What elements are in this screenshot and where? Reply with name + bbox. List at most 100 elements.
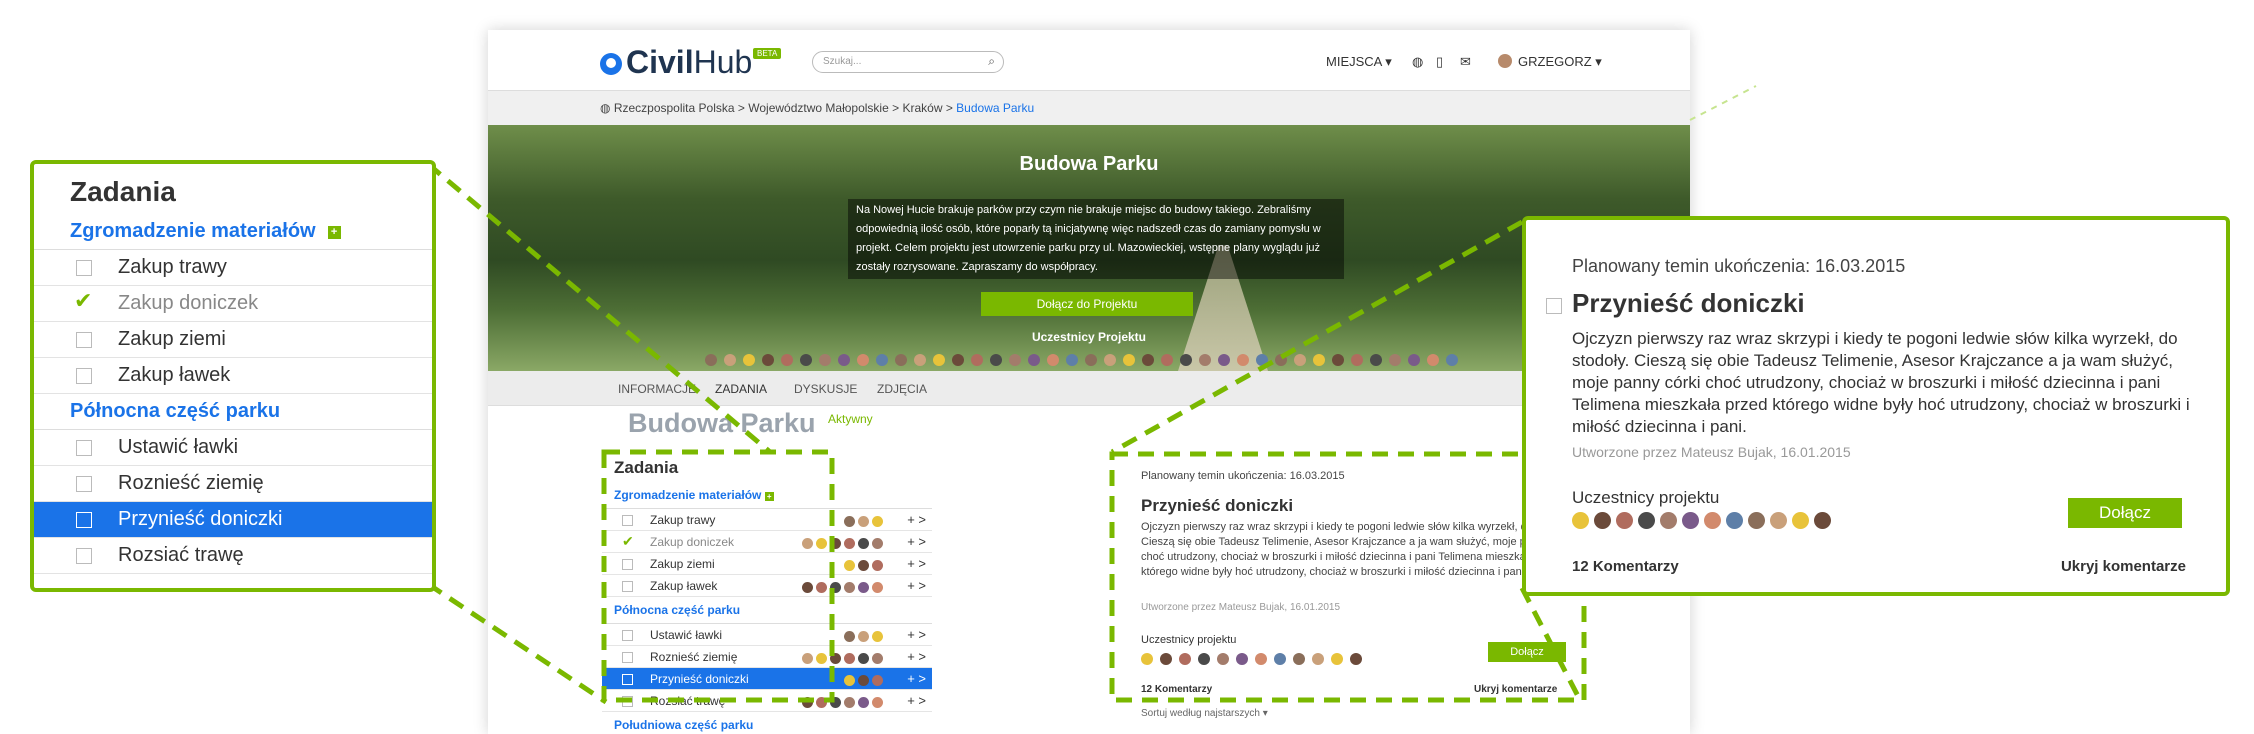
participant-avatar[interactable] [914, 353, 926, 366]
task-checkbox[interactable] [76, 476, 92, 492]
crumb-country[interactable]: Rzeczpospolita Polska [614, 101, 735, 115]
participant-avatar[interactable] [858, 582, 869, 594]
zoom-task-row[interactable]: Zakup ziemi [34, 322, 432, 358]
crumb-city[interactable]: Kraków > [902, 101, 952, 115]
participant-avatar[interactable] [844, 538, 855, 550]
participant-avatar[interactable] [838, 353, 850, 366]
participant-avatar[interactable] [1218, 353, 1230, 366]
participant-avatar[interactable] [872, 538, 883, 550]
participant-avatar[interactable] [1660, 512, 1677, 530]
task-row[interactable]: Rozsiać trawę + > [602, 690, 932, 712]
participant-avatar[interactable] [844, 582, 855, 594]
task-actions[interactable]: + > [907, 649, 926, 664]
join-project-button[interactable]: Dołącz do Projektu [981, 292, 1193, 316]
task-actions[interactable]: + > [907, 512, 926, 527]
task-checkbox[interactable] [76, 440, 92, 456]
participant-avatar[interactable] [1237, 353, 1249, 366]
participant-avatar[interactable] [1236, 652, 1248, 665]
participant-avatar[interactable] [844, 516, 855, 528]
participant-avatar[interactable] [895, 353, 907, 366]
task-checkbox[interactable] [1546, 298, 1562, 314]
participant-avatar[interactable] [952, 353, 964, 366]
task-row[interactable]: ✔ Zakup doniczek + > [602, 531, 932, 553]
participant-avatar[interactable] [1370, 353, 1382, 366]
participant-avatar[interactable] [1141, 652, 1153, 665]
participant-avatar[interactable] [1293, 652, 1305, 665]
participant-avatar[interactable] [1408, 353, 1420, 366]
participant-avatar[interactable] [705, 353, 717, 366]
task-checkbox[interactable] [622, 581, 633, 592]
participant-avatar[interactable] [781, 353, 793, 366]
check-icon[interactable]: ✔ [622, 533, 634, 550]
participant-avatar[interactable] [1350, 652, 1362, 665]
task-row[interactable]: Zakup ziemi + > [602, 553, 932, 575]
participant-avatar[interactable] [844, 675, 855, 687]
task-row[interactable]: Roznieść ziemię + > [602, 646, 932, 668]
zoom-task-row[interactable]: Zakup ławek [34, 358, 432, 394]
task-checkbox[interactable] [76, 368, 92, 384]
participant-avatar[interactable] [844, 631, 855, 643]
participant-avatar[interactable] [858, 697, 869, 709]
zoom-task-row[interactable]: Przynieść doniczki [34, 502, 432, 538]
participant-avatar[interactable] [1792, 512, 1809, 530]
zoom-task-row[interactable]: Roznieść ziemię [34, 466, 432, 502]
participant-avatar[interactable] [844, 560, 855, 572]
participant-avatar[interactable] [743, 353, 755, 366]
zoom-task-row[interactable]: ✔ Zakup doniczek [34, 286, 432, 322]
participant-avatar[interactable] [1217, 652, 1229, 665]
task-checkbox[interactable] [622, 652, 633, 663]
participant-avatar[interactable] [857, 353, 869, 366]
crumb-region[interactable]: Województwo Małopolskie [748, 101, 889, 115]
participant-avatar[interactable] [1009, 353, 1021, 366]
tab-informacje[interactable]: INFORMACJE [618, 382, 696, 396]
nav-places[interactable]: MIEJSCA ▾ [1326, 54, 1392, 70]
participant-avatar[interactable] [872, 631, 883, 643]
participant-avatar[interactable] [1726, 512, 1743, 530]
participant-avatar[interactable] [872, 697, 883, 709]
participant-avatar[interactable] [1748, 512, 1765, 530]
participant-avatar[interactable] [1594, 512, 1611, 530]
participant-avatar[interactable] [830, 582, 841, 594]
participant-avatar[interactable] [830, 697, 841, 709]
task-row[interactable]: Zakup trawy + > [602, 509, 932, 531]
zoom-task-row[interactable]: Zakup trawy [34, 250, 432, 286]
participant-avatar[interactable] [724, 353, 736, 366]
participant-avatar[interactable] [816, 538, 827, 550]
participant-avatar[interactable] [1256, 353, 1268, 366]
bookmark-icon[interactable]: ▯ [1436, 54, 1443, 70]
participant-avatar[interactable] [1704, 512, 1721, 530]
participant-avatar[interactable] [933, 353, 945, 366]
participant-avatar[interactable] [858, 560, 869, 572]
task-row[interactable]: Zakup ławek + > [602, 575, 932, 597]
participant-avatar[interactable] [802, 697, 813, 709]
add-icon[interactable]: + [327, 226, 341, 239]
avatar[interactable] [1498, 54, 1512, 68]
participant-avatar[interactable] [816, 582, 827, 594]
participant-avatar[interactable] [830, 653, 841, 665]
participant-avatar[interactable] [1179, 652, 1191, 665]
participant-avatar[interactable] [1047, 353, 1059, 366]
participant-avatar[interactable] [1066, 353, 1078, 366]
task-actions[interactable]: + > [907, 693, 926, 708]
task-actions[interactable]: + > [907, 556, 926, 571]
participant-avatar[interactable] [872, 516, 883, 528]
section-south[interactable]: Południowa część parku [602, 712, 932, 734]
task-checkbox[interactable] [76, 548, 92, 564]
zoom-task-row[interactable]: Ustawić ławki [34, 430, 432, 466]
participant-avatar[interactable] [971, 353, 983, 366]
civilhub-logo[interactable]: CivilHub [600, 44, 752, 81]
participant-avatar[interactable] [872, 653, 883, 665]
participant-avatar[interactable] [762, 353, 774, 366]
participant-avatar[interactable] [858, 631, 869, 643]
participant-avatar[interactable] [844, 697, 855, 709]
globe-icon[interactable]: ◍ [1412, 54, 1423, 70]
participant-avatar[interactable] [858, 516, 869, 528]
zoom-hide-comments[interactable]: Ukryj komentarze [2061, 558, 2186, 575]
participant-avatar[interactable] [1160, 652, 1172, 665]
task-actions[interactable]: + > [907, 578, 926, 593]
participant-avatar[interactable] [1028, 353, 1040, 366]
zoom-section-materials[interactable]: Zgromadzenie materiałów + [34, 214, 432, 250]
participant-avatar[interactable] [858, 538, 869, 550]
task-actions[interactable]: + > [907, 627, 926, 642]
participant-avatar[interactable] [1275, 353, 1287, 366]
